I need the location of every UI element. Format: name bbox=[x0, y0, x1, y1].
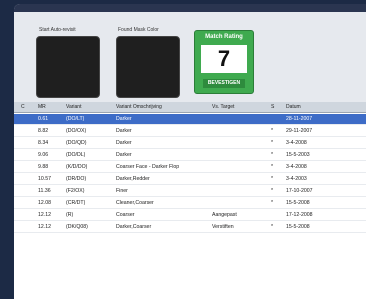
col-datum: 28-11-2007 bbox=[286, 116, 313, 122]
col-datum: 29-11-2007 bbox=[286, 128, 313, 134]
col-datum: 17-10-2007 bbox=[286, 188, 313, 194]
match-rating-box: Match Rating 7 BEVESTIGEN bbox=[194, 30, 254, 94]
col-s: * bbox=[271, 224, 274, 230]
col-datum: 3-4-2003 bbox=[286, 176, 307, 182]
col-mr: 10.57 bbox=[38, 176, 51, 182]
col-omschrijving: Darker bbox=[116, 152, 132, 158]
table-row[interactable]: 11.36 (F2/OX) Finer * 17-10-2007 bbox=[14, 186, 366, 197]
col-header-s[interactable]: S bbox=[271, 104, 274, 110]
col-mr: 12.12 bbox=[38, 212, 51, 218]
col-s: * bbox=[271, 140, 274, 146]
table-row[interactable]: 10.57 (DR/DO) Darker,Redder * 3-4-2003 bbox=[14, 174, 366, 185]
match-rating-value: 7 bbox=[201, 45, 247, 73]
col-omschrijving: Darker bbox=[116, 140, 132, 146]
table-row[interactable]: 12.12 (DK/Q08) Darker,Coarser Verstiften * 15… bbox=[14, 222, 366, 233]
col-s: * bbox=[271, 128, 274, 134]
info-block bbox=[259, 30, 364, 62]
info-row bbox=[259, 54, 364, 62]
col-mr: 12.12 bbox=[38, 224, 51, 230]
match-rating-title: Match Rating bbox=[205, 34, 243, 40]
right-screen-label: Found Mask Color bbox=[118, 27, 159, 33]
col-omschrijving: Finer bbox=[116, 188, 128, 194]
col-variant: (DO/DL) bbox=[66, 152, 86, 158]
col-datum: 17-12-2008 bbox=[286, 212, 313, 218]
table-row[interactable]: 9.88 (K/D/DO) Coarser Face - Darker Flop * 3… bbox=[14, 162, 366, 173]
col-variant: (K/D/DO) bbox=[66, 164, 88, 170]
table-row[interactable]: 12.08 (CR/DT) Cleaner,Coarser * 15-5-2008 bbox=[14, 198, 366, 209]
col-mr: 0.61 bbox=[38, 116, 49, 122]
table-row[interactable]: 8.82 (DO/OX) Darker * 29-11-2007 bbox=[14, 126, 366, 137]
left-color-preview bbox=[36, 36, 100, 98]
col-omschrijving: Coarser Face - Darker Flop bbox=[116, 164, 180, 170]
col-mr: 8.82 bbox=[38, 128, 49, 134]
col-datum: 15-5-2003 bbox=[286, 152, 310, 158]
col-variant: (R) bbox=[66, 212, 74, 218]
col-datum: 15-5-2008 bbox=[286, 200, 310, 206]
measurement-panel: Start Auto-revisit Found Mask Color Matc… bbox=[14, 12, 366, 102]
confirm-button[interactable]: BEVESTIGEN bbox=[203, 79, 245, 88]
col-variant: (DO/QD) bbox=[66, 140, 87, 146]
table-row[interactable]: 9.06 (DO/DL) Darker * 15-5-2003 bbox=[14, 150, 366, 161]
table-row[interactable]: 12.12 (R) Coarser Aangepast 17-12-2008 bbox=[14, 210, 366, 221]
col-variant: (F2/OX) bbox=[66, 188, 85, 194]
col-target: Verstiften bbox=[212, 224, 234, 230]
col-target: Aangepast bbox=[212, 212, 237, 218]
col-s: * bbox=[271, 200, 274, 206]
col-variant: (DO/LT) bbox=[66, 116, 85, 122]
info-row bbox=[259, 30, 364, 38]
col-header-omschrijving[interactable]: Variant Omschrijving bbox=[116, 104, 162, 110]
col-s: * bbox=[271, 176, 274, 182]
col-header-datum[interactable]: Datum bbox=[286, 104, 301, 110]
col-header-c[interactable]: C bbox=[21, 104, 25, 110]
col-datum: 3-4-2008 bbox=[286, 140, 307, 146]
col-datum: 3-4-2008 bbox=[286, 164, 307, 170]
app-window: Start Auto-revisit Found Mask Color Matc… bbox=[14, 4, 366, 299]
table-row[interactable]: 0.61 (DO/LT) Darker 28-11-2007 bbox=[14, 114, 366, 125]
col-datum: 15-5-2008 bbox=[286, 224, 310, 230]
col-omschrijving: Darker,Redder bbox=[116, 176, 150, 182]
table-header: C MR Variant Variant Omschrijving Vs. Ta… bbox=[14, 102, 366, 113]
col-variant: (DR/DO) bbox=[66, 176, 87, 182]
info-row bbox=[259, 46, 364, 54]
col-mr: 9.06 bbox=[38, 152, 49, 158]
right-color-preview bbox=[116, 36, 180, 98]
col-mr: 11.36 bbox=[38, 188, 51, 194]
col-mr: 12.08 bbox=[38, 200, 51, 206]
col-header-target[interactable]: Vs. Target bbox=[212, 104, 234, 110]
col-variant: (DK/Q08) bbox=[66, 224, 88, 230]
col-mr: 9.88 bbox=[38, 164, 49, 170]
variant-table: C MR Variant Variant Omschrijving Vs. Ta… bbox=[14, 102, 366, 299]
col-variant: (CR/DT) bbox=[66, 200, 86, 206]
col-s: * bbox=[271, 164, 274, 170]
left-screen-label: Start Auto-revisit bbox=[39, 27, 76, 33]
col-omschrijving: Darker bbox=[116, 128, 132, 134]
col-s: * bbox=[271, 188, 274, 194]
col-omschrijving: Coarser bbox=[116, 212, 135, 218]
info-row bbox=[259, 38, 364, 46]
window-top-bar bbox=[14, 4, 366, 12]
col-header-mr[interactable]: MR bbox=[38, 104, 46, 110]
col-omschrijving: Darker,Coarser bbox=[116, 224, 152, 230]
table-row[interactable]: 8.34 (DO/QD) Darker * 3-4-2008 bbox=[14, 138, 366, 149]
col-variant: (DO/OX) bbox=[66, 128, 87, 134]
col-header-variant[interactable]: Variant bbox=[66, 104, 81, 110]
col-mr: 8.34 bbox=[38, 140, 49, 146]
col-omschrijving: Darker bbox=[116, 116, 132, 122]
col-omschrijving: Cleaner,Coarser bbox=[116, 200, 154, 206]
col-s: * bbox=[271, 152, 274, 158]
